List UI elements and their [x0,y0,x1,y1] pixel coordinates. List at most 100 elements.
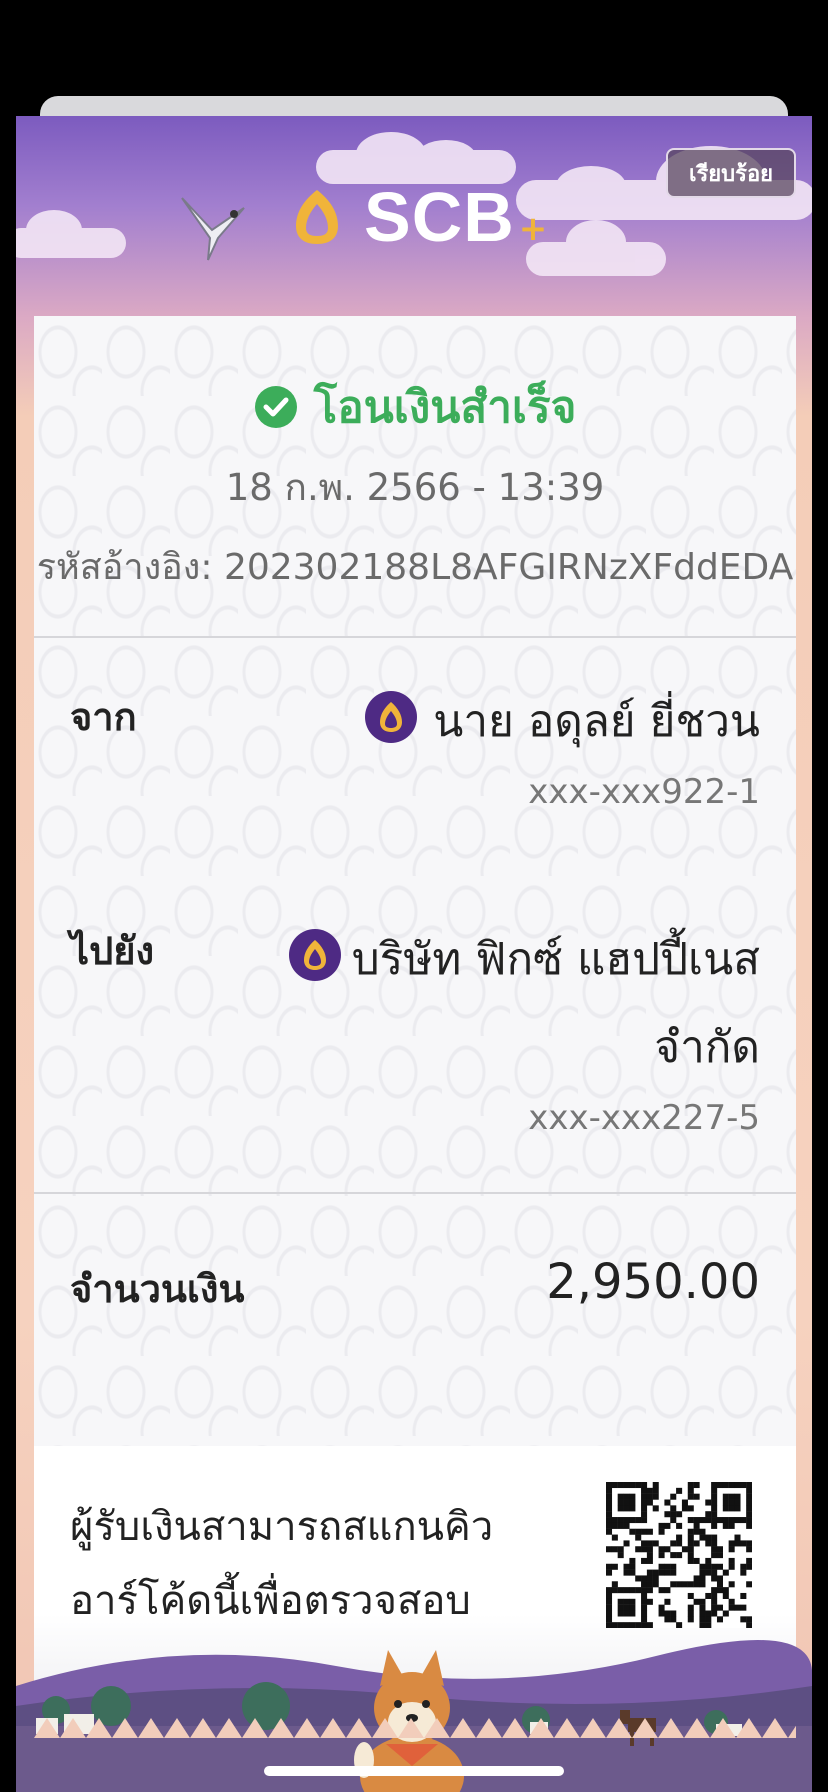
qr-module [641,1592,648,1599]
cloud [16,210,126,258]
done-button[interactable]: เรียบร้อย [666,148,796,198]
qr-module [693,1493,700,1500]
qr-module [617,1610,624,1617]
qr-module [746,1540,752,1547]
qr-module [664,1610,671,1617]
qr-module [617,1493,624,1500]
qr-module [746,1487,752,1494]
qr-module [734,1540,741,1547]
qr-code-icon[interactable] [606,1482,752,1628]
qr-module [623,1604,630,1611]
qr-module [606,1592,613,1599]
qr-module [716,1517,723,1524]
qr-module [722,1482,729,1489]
qr-module [699,1534,706,1541]
qr-module [711,1511,718,1518]
qr-module [716,1587,723,1594]
qr-module [711,1563,718,1570]
qr-module [693,1482,700,1489]
brand-name: SCB [364,178,515,256]
qr-module [746,1517,752,1524]
home-indicator[interactable] [264,1766,564,1776]
qr-module [617,1499,624,1506]
qr-module [705,1499,712,1506]
qr-module [693,1517,700,1524]
qr-module [687,1616,694,1623]
qr-module [664,1563,671,1570]
qr-module [687,1487,694,1494]
qr-module [705,1610,712,1617]
receipt-card: โอนเงินสำเร็จ 18 ก.พ. 2566 - 13:39 รหัสอ… [34,316,796,1726]
status-text: โอนเงินสำเร็จ [313,382,577,433]
qr-module [722,1517,729,1524]
qr-module [606,1546,613,1553]
qr-module [606,1505,613,1512]
qr-module [705,1557,712,1564]
qr-module [606,1487,613,1494]
qr-module [746,1493,752,1500]
qr-module [681,1581,688,1588]
qr-module [693,1528,700,1535]
qr-module [664,1616,671,1623]
scb-bank-icon [289,929,341,981]
qr-module [711,1604,718,1611]
qr-module [740,1592,747,1599]
qr-module [629,1517,636,1524]
qr-module [664,1546,671,1553]
qr-module [652,1505,659,1512]
qr-module [705,1540,712,1547]
recipient-name-line2: จำกัด [654,1022,760,1073]
qr-module [699,1610,706,1617]
qr-module [635,1482,642,1489]
qr-module [705,1563,712,1570]
qr-module [676,1511,683,1518]
qr-module [606,1604,613,1611]
qr-module [641,1499,648,1506]
qr-module [687,1546,694,1553]
qr-module [646,1569,653,1576]
qr-module [611,1581,618,1588]
qr-module [687,1610,694,1617]
qr-module [641,1604,648,1611]
qr-module [746,1499,752,1506]
qr-module [658,1610,665,1617]
qr-module [687,1552,694,1559]
qr-module [646,1493,653,1500]
qr-module [623,1569,630,1576]
qr-module [716,1563,723,1570]
qr-module [711,1592,718,1599]
qr-module [705,1592,712,1599]
qr-module [687,1482,694,1489]
qr-module [629,1563,636,1570]
qr-module [635,1546,642,1553]
qr-module [652,1581,659,1588]
qr-module [687,1581,694,1588]
qr-module [728,1517,735,1524]
qr-module [652,1493,659,1500]
sender-account: xxx-xxx922-1 [528,772,760,812]
qr-module [746,1511,752,1518]
qr-module [746,1522,752,1529]
qr-module [728,1581,735,1588]
qr-module [606,1587,613,1594]
qr-module [646,1528,653,1535]
qr-module [623,1517,630,1524]
qr-module [746,1581,752,1588]
qr-module [711,1499,718,1506]
qr-module [740,1604,747,1611]
qr-module [728,1499,735,1506]
qr-module [711,1487,718,1494]
divider [34,636,796,638]
qr-module [623,1482,630,1489]
receipt-sheet: SCB + เรียบร้อย โอนเงินสำเร็จ 18 ก.พ. 25… [16,116,812,1792]
qr-module [687,1604,694,1611]
qr-module [746,1546,752,1553]
qr-module [646,1598,653,1605]
qr-module [617,1546,624,1553]
qr-module [734,1604,741,1611]
qr-module [687,1540,694,1547]
qr-module [670,1517,677,1524]
qr-module [658,1587,665,1594]
qr-module [670,1569,677,1576]
divider [34,1192,796,1194]
